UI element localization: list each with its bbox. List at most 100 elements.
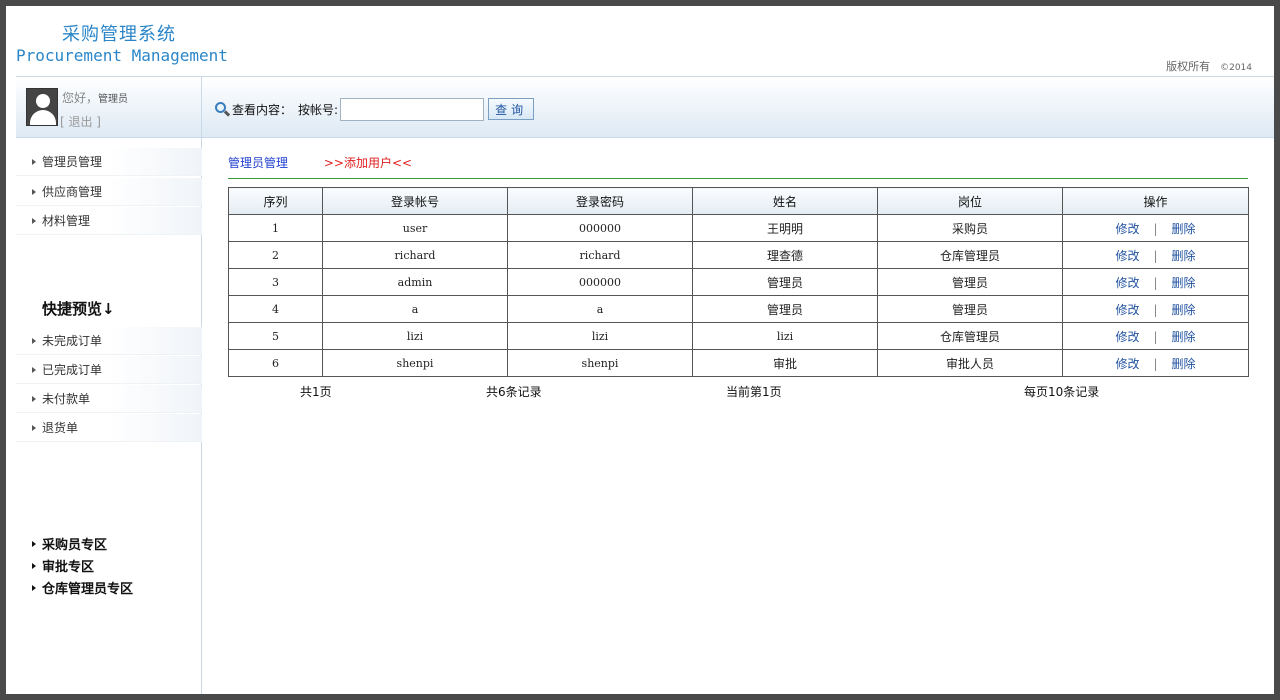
pager-per-page: 每页10条记录 [1024,385,1100,399]
sidebar-item-label: 未完成订单 [42,334,103,348]
logo-title-cn: 采购管理系统 [62,24,176,45]
copyright-text: 版权所有 [1166,60,1211,73]
sidebar-item-supplier-management[interactable]: 供应商管理 [16,178,202,206]
cell-seq: 5 [228,322,323,350]
column-header: 岗位 [877,187,1063,215]
sidebar-item-label: 未付款单 [42,392,91,406]
pager-total-records: 共6条记录 [486,385,542,399]
logout-link[interactable]: [ 退出 ] [60,113,101,130]
search-by-label: 按帐号: [298,102,339,117]
separator: | [1153,248,1158,263]
triangle-right-icon [32,395,36,402]
cell-actions: 修改 | 删除 [1062,349,1249,377]
cell-account: a [322,295,508,323]
column-header: 登录密码 [507,187,693,215]
search-label: 查看内容： [232,102,293,117]
zone-approval[interactable]: 审批专区 [32,556,94,575]
sidebar-item-completed-orders[interactable]: 已完成订单 [16,356,202,384]
cell-actions: 修改 | 删除 [1062,268,1249,296]
edit-link[interactable]: 修改 [1115,330,1139,344]
search-bar: 查看内容： 按帐号: 查询 [214,97,535,121]
sidebar-item-incomplete-orders[interactable]: 未完成订单 [16,327,202,355]
sidebar-item-label: 已完成订单 [42,363,103,377]
triangle-right-icon [32,424,36,431]
main-content: 管理员管理 >>添加用户<< 序列 登录帐号 登录密码 姓名 岗位 操作 1 u… [228,138,1250,694]
table-row: 6 shenpi shenpi 审批 审批人员 修改 | 删除 [228,349,1249,377]
sidebar-item-label: 退货单 [42,421,79,435]
greeting: 您好，管理员 [62,89,128,106]
quick-preview-title: 快捷预览↓ [42,300,115,318]
sidebar-item-return-orders[interactable]: 退货单 [16,414,202,442]
sidebar-item-label: 材料管理 [42,214,91,228]
account-search-input[interactable] [340,97,485,121]
zone-label: 审批专区 [42,560,95,575]
separator: | [1153,221,1158,236]
zone-purchaser[interactable]: 采购员专区 [32,534,107,553]
separator: | [1153,302,1158,317]
sidebar: 管理员管理 供应商管理 材料管理 快捷预览↓ 未完成订单 已完成订单 未付款单 … [16,138,202,694]
delete-link[interactable]: 删除 [1172,330,1196,344]
triangle-right-icon [32,337,36,344]
cell-actions: 修改 | 删除 [1062,322,1249,350]
user-table: 序列 登录帐号 登录密码 姓名 岗位 操作 1 user 000000 王明明 … [228,187,1249,377]
breadcrumb-current[interactable]: 管理员管理 [228,156,288,170]
triangle-right-icon [32,584,36,591]
cell-account: admin [322,268,508,296]
logo-title-en: Procurement Management [16,46,228,65]
zone-label: 仓库管理员专区 [42,582,134,597]
cell-actions: 修改 | 删除 [1062,295,1249,323]
divider [228,178,1248,179]
cell-seq: 4 [228,295,323,323]
cell-account: shenpi [322,349,508,377]
sidebar-item-label: 供应商管理 [42,185,103,199]
cell-position: 仓库管理员 [877,322,1063,350]
delete-link[interactable]: 删除 [1172,303,1196,317]
edit-link[interactable]: 修改 [1115,222,1139,236]
cell-account: richard [322,241,508,269]
edit-link[interactable]: 修改 [1115,303,1139,317]
cell-password: lizi [507,322,693,350]
cell-position: 审批人员 [877,349,1063,377]
pager: 共1页 共6条记录 当前第1页 每页10条记录 [228,383,1248,401]
user-role: 管理员 [98,94,129,105]
triangle-right-icon [32,158,36,165]
delete-link[interactable]: 删除 [1172,276,1196,290]
triangle-right-icon [32,540,36,547]
cell-account: lizi [322,322,508,350]
cell-seq: 2 [228,241,323,269]
separator: | [1153,329,1158,344]
add-user-link[interactable]: >>添加用户<< [324,156,412,170]
separator: | [1153,356,1158,371]
edit-link[interactable]: 修改 [1115,249,1139,263]
sidebar-item-material-management[interactable]: 材料管理 [16,207,202,235]
cell-seq: 1 [228,214,323,242]
cell-password: a [507,295,693,323]
greeting-text: 您好， [62,91,99,105]
delete-link[interactable]: 删除 [1172,222,1196,236]
sidebar-item-label: 管理员管理 [42,155,103,169]
cell-position: 管理员 [877,268,1063,296]
cell-position: 采购员 [877,214,1063,242]
edit-link[interactable]: 修改 [1115,357,1139,371]
cell-seq: 6 [228,349,323,377]
column-header: 序列 [228,187,323,215]
table-row: 5 lizi lizi lizi 仓库管理员 修改 | 删除 [228,322,1249,350]
cell-password: 000000 [507,214,693,242]
magnifier-icon [214,101,231,117]
column-header: 操作 [1062,187,1249,215]
cell-name: 王明明 [692,214,878,242]
sidebar-item-admin-management[interactable]: 管理员管理 [16,148,202,176]
cell-account: user [322,214,508,242]
edit-link[interactable]: 修改 [1115,276,1139,290]
zone-warehouse-manager[interactable]: 仓库管理员专区 [32,578,133,597]
delete-link[interactable]: 删除 [1172,249,1196,263]
table-row: 2 richard richard 理查德 仓库管理员 修改 | 删除 [228,241,1249,269]
search-button[interactable]: 查询 [488,98,535,120]
copyright-year: ©2014 [1220,63,1252,73]
cell-seq: 3 [228,268,323,296]
cell-name: 管理员 [692,268,878,296]
cell-password: shenpi [507,349,693,377]
delete-link[interactable]: 删除 [1172,357,1196,371]
cell-position: 管理员 [877,295,1063,323]
sidebar-item-unpaid-bills[interactable]: 未付款单 [16,385,202,413]
